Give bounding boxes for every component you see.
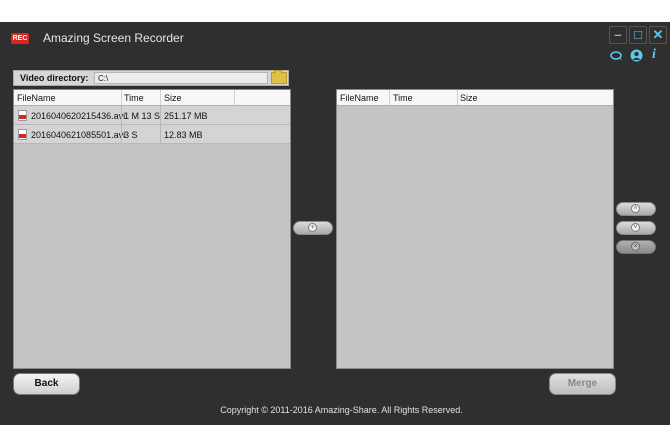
video-directory-label: Video directory: bbox=[20, 73, 89, 83]
move-up-button[interactable]: ˄ bbox=[616, 202, 656, 216]
video-file-icon bbox=[18, 110, 27, 121]
column-filename[interactable]: FileName bbox=[17, 93, 56, 103]
back-button[interactable]: Back bbox=[13, 373, 80, 395]
speech-bubble-icon[interactable] bbox=[610, 49, 624, 64]
table-row[interactable]: 2016040621085501.avi 3 S 12.83 MB bbox=[14, 125, 290, 144]
move-down-button[interactable]: ˅ bbox=[616, 221, 656, 235]
cell-filename: 2016040621085501.avi bbox=[31, 130, 126, 140]
app-window: REC Amazing Screen Recorder – □ ✕ i Vide… bbox=[0, 22, 670, 425]
source-file-list: FileName Time Size 2016040620215436.avi … bbox=[13, 89, 291, 369]
merge-file-list: FileName Time Size bbox=[336, 89, 614, 369]
cell-time: 3 S bbox=[124, 130, 138, 140]
chevron-down-icon: ˅ bbox=[631, 223, 640, 232]
rec-logo-icon: REC bbox=[11, 33, 29, 44]
video-directory-bar: Video directory: C:\ bbox=[13, 70, 289, 86]
cell-size: 12.83 MB bbox=[164, 130, 203, 140]
column-size[interactable]: Size bbox=[460, 93, 478, 103]
video-file-icon bbox=[18, 129, 27, 140]
maximize-button[interactable]: □ bbox=[629, 26, 647, 44]
video-directory-input[interactable]: C:\ bbox=[94, 72, 268, 84]
cell-filename: 2016040620215436.avi bbox=[31, 111, 126, 121]
column-size[interactable]: Size bbox=[164, 93, 182, 103]
table-header: FileName Time Size bbox=[337, 90, 613, 106]
folder-icon[interactable] bbox=[271, 70, 287, 84]
info-icon[interactable]: i bbox=[652, 47, 656, 63]
remove-icon: × bbox=[631, 242, 640, 251]
cell-size: 251.17 MB bbox=[164, 111, 208, 121]
plus-icon: + bbox=[308, 223, 317, 232]
add-to-merge-button[interactable]: + bbox=[293, 221, 333, 235]
table-header: FileName Time Size bbox=[14, 90, 290, 106]
column-time[interactable]: Time bbox=[124, 93, 144, 103]
minimize-button[interactable]: – bbox=[609, 26, 627, 44]
account-icon[interactable] bbox=[630, 49, 643, 65]
close-button[interactable]: ✕ bbox=[649, 26, 667, 44]
cell-time: 1 M 13 S bbox=[124, 111, 161, 121]
copyright-text: Copyright © 2011-2016 Amazing-Share. All… bbox=[220, 405, 463, 415]
remove-button[interactable]: × bbox=[616, 240, 656, 254]
column-filename[interactable]: FileName bbox=[340, 93, 379, 103]
column-time[interactable]: Time bbox=[393, 93, 413, 103]
app-title: Amazing Screen Recorder bbox=[43, 31, 184, 45]
title-bar: REC Amazing Screen Recorder – □ ✕ bbox=[0, 22, 670, 54]
table-row[interactable]: 2016040620215436.avi 1 M 13 S 251.17 MB bbox=[14, 106, 290, 125]
chevron-up-icon: ˄ bbox=[631, 204, 640, 213]
merge-button[interactable]: Merge bbox=[549, 373, 616, 395]
